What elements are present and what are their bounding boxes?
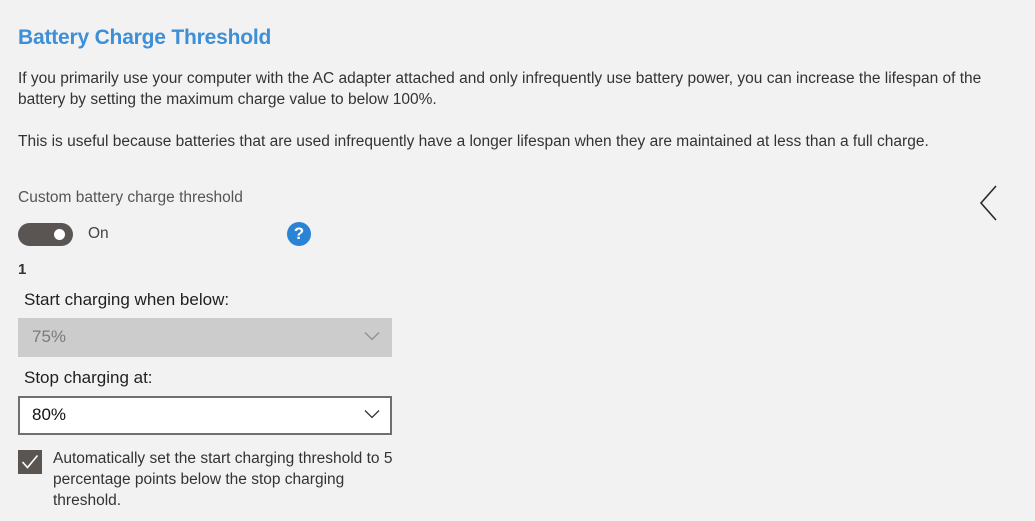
chevron-down-icon bbox=[364, 332, 380, 341]
start-charging-value: 75% bbox=[32, 327, 67, 346]
battery-charge-threshold-panel: Battery Charge Threshold If you primaril… bbox=[0, 0, 1035, 521]
chevron-left-icon[interactable] bbox=[974, 182, 1002, 224]
start-charging-label: Start charging when below: bbox=[24, 290, 230, 309]
start-charging-select: 75% bbox=[18, 318, 392, 357]
toggle-state-label: On bbox=[88, 225, 109, 242]
chevron-down-icon bbox=[364, 410, 380, 419]
custom-threshold-toggle[interactable] bbox=[18, 223, 73, 246]
question-circle-icon[interactable]: ? bbox=[287, 222, 311, 246]
auto-set-label: Automatically set the start charging thr… bbox=[53, 450, 393, 509]
stop-charging-select[interactable]: 80% bbox=[18, 396, 392, 435]
description-paragraph-1: If you primarily use your computer with … bbox=[18, 70, 982, 108]
toggle-knob bbox=[54, 229, 65, 240]
checkmark-icon bbox=[21, 454, 39, 469]
section-title: Battery Charge Threshold bbox=[18, 26, 272, 49]
auto-set-checkbox[interactable] bbox=[18, 450, 42, 474]
description-paragraph-2: This is useful because batteries that ar… bbox=[18, 133, 929, 150]
stop-charging-value: 80% bbox=[32, 405, 67, 424]
custom-threshold-label: Custom battery charge threshold bbox=[18, 189, 243, 206]
profile-number: 1 bbox=[18, 261, 27, 278]
stop-charging-label: Stop charging at: bbox=[24, 368, 153, 387]
